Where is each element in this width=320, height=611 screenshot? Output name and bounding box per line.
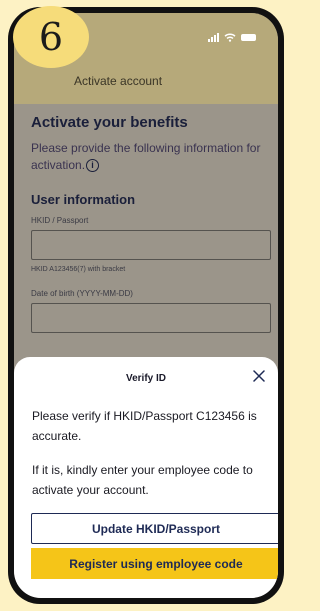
dialog-message: Please verify if HKID/Passport C123456 i…: [32, 409, 257, 443]
battery-icon: [241, 34, 256, 41]
phone-frame: Activate account Activate your benefits …: [8, 7, 284, 604]
form-heading: Activate your benefits: [31, 114, 188, 131]
dob-input[interactable]: [31, 303, 271, 333]
status-bar: [208, 33, 256, 42]
dialog-title: Verify ID: [125, 373, 167, 384]
register-employee-code-button[interactable]: Register using employee code: [31, 548, 278, 579]
section-title: User information: [31, 192, 136, 207]
step-badge: 6: [13, 6, 89, 68]
form-description: Please provide the following information…: [31, 140, 271, 174]
wifi-icon: [224, 33, 236, 42]
form-description-text: Please provide the following information…: [31, 141, 261, 172]
app-screen: Activate account Activate your benefits …: [14, 13, 278, 598]
verify-id-dialog: Verify ID Please verify if HKID/Passport…: [14, 357, 278, 598]
hkid-label: HKID / Passport: [31, 216, 89, 225]
dob-label: Date of birth (YYYY-MM-DD): [31, 289, 133, 298]
update-hkid-button[interactable]: Update HKID/Passport: [31, 513, 278, 544]
signal-icon: [208, 33, 219, 42]
activation-form: Activate your benefits Please provide th…: [31, 114, 271, 333]
hkid-hint: HKID A123456(7) with bracket: [31, 266, 126, 273]
page-title: Activate account: [74, 74, 163, 88]
close-icon[interactable]: [250, 367, 268, 385]
info-icon[interactable]: i: [86, 159, 100, 172]
dialog-instruction: If it is, kindly enter your employee cod…: [32, 463, 253, 497]
hkid-input[interactable]: [31, 230, 271, 260]
